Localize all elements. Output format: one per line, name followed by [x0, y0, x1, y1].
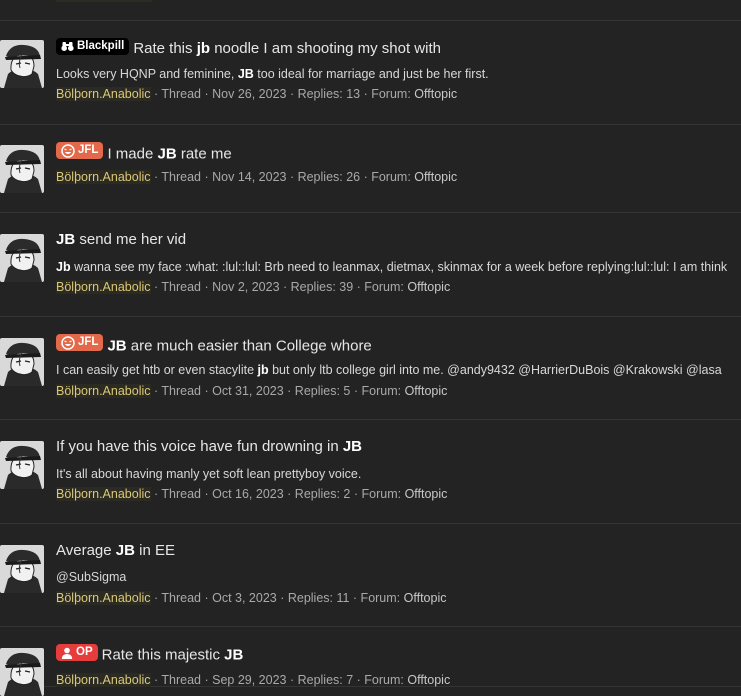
- snippet-segment: It's all about having manly yet soft lea…: [56, 467, 362, 481]
- title-segment: JB: [107, 337, 127, 355]
- avatar[interactable]: [0, 40, 44, 88]
- title-segment: Rate this majestic: [101, 646, 225, 664]
- avatar[interactable]: [0, 648, 44, 696]
- avatar[interactable]: [0, 338, 44, 386]
- title-segment: rate me: [176, 145, 232, 163]
- title-segment: in EE: [134, 542, 175, 559]
- list-item: JFL I made JB rate me Bölþorn.Anabolic · T…: [0, 124, 741, 213]
- result-meta: Bölþorn.Anabolic · Thread · Oct 16, 2023…: [56, 486, 447, 502]
- avatar[interactable]: [0, 234, 44, 282]
- forum-link[interactable]: Offtopic: [407, 673, 450, 687]
- title-segment: JB: [224, 646, 244, 664]
- result-snippet: Jb wanna see my face :what: :lul::lul: B…: [56, 259, 727, 275]
- result-meta: Bölþorn.Anabolic · Thread · Nov 26, 2023…: [56, 86, 457, 102]
- result-meta: Bölþorn.Anabolic · Thread · Sep 29, 2023…: [56, 672, 450, 688]
- binoculars-icon: [61, 41, 74, 52]
- title-segment: jb: [196, 40, 211, 57]
- result-title[interactable]: OP Rate this majestic JB: [56, 644, 243, 666]
- result-meta: Bölþorn.Anabolic · Thread · Nov 14, 2023…: [56, 169, 457, 185]
- author-link[interactable]: Bölþorn.Anabolic: [56, 384, 151, 398]
- title-segment: JB: [157, 145, 177, 163]
- snippet-segment: @SubSigma: [56, 570, 127, 584]
- prefix-label-text: OP: [76, 646, 93, 658]
- author-link[interactable]: Bölþorn.Anabolic: [56, 280, 151, 294]
- forum-link[interactable]: Offtopic: [414, 87, 457, 101]
- result-snippet: I can easily get htb or even stacylite j…: [56, 362, 722, 378]
- snippet-segment: wanna see my face :what: :lul::lul: Brb …: [70, 260, 728, 274]
- prefix-label[interactable]: JFL: [56, 142, 104, 159]
- previous-author-highlight: [56, 0, 152, 2]
- avatar[interactable]: [0, 145, 44, 193]
- prefix-label-text: JFL: [78, 336, 99, 348]
- result-title[interactable]: If you have this voice have fun drowning…: [56, 437, 362, 457]
- laughing-face-icon: [61, 335, 75, 350]
- author-link[interactable]: Bölþorn.Anabolic: [56, 170, 151, 184]
- snippet-segment: Looks very HQNP and feminine,: [56, 67, 238, 81]
- result-meta: Bölþorn.Anabolic · Thread · Oct 3, 2023 …: [56, 590, 446, 606]
- result-title[interactable]: Blackpill Rate this jb noodle I am shooti…: [56, 38, 441, 59]
- prefix-label[interactable]: Blackpill: [56, 38, 130, 55]
- forum-link[interactable]: Offtopic: [414, 170, 457, 184]
- snippet-segment: too ideal for marriage and just be her f…: [253, 67, 489, 81]
- result-title[interactable]: JFL JB are much easier than College whore: [56, 334, 372, 357]
- snippet-segment: JB: [237, 67, 254, 81]
- meta-text: · Thread · Oct 31, 2023 · Replies: 5 · F…: [150, 384, 405, 398]
- list-item: Blackpill Rate this jb noodle I am shooti…: [0, 21, 741, 125]
- previous-result-edge: [0, 0, 741, 21]
- avatar[interactable]: [0, 545, 44, 593]
- title-segment: JB: [115, 542, 135, 559]
- list-item: OP Rate this majestic JB Bölþorn.Anabolic …: [0, 626, 741, 696]
- meta-text: · Thread · Oct 3, 2023 · Replies: 11 · F…: [150, 591, 404, 605]
- meta-text: · Thread · Nov 26, 2023 · Replies: 13 · …: [150, 87, 415, 101]
- title-segment: JB: [342, 438, 363, 455]
- result-snippet: @SubSigma: [56, 569, 126, 585]
- title-segment: Rate this: [133, 40, 197, 57]
- forum-link[interactable]: Offtopic: [404, 591, 447, 605]
- prefix-label[interactable]: OP: [56, 644, 98, 661]
- list-item: Average JB in EE @SubSigma Bölþorn.Anaboli…: [0, 523, 741, 627]
- author-link[interactable]: Bölþorn.Anabolic: [56, 487, 151, 501]
- result-snippet: Looks very HQNP and feminine, JB too ide…: [56, 66, 489, 82]
- forum-link[interactable]: Offtopic: [405, 384, 448, 398]
- snippet-segment: I can easily get htb or even stacylite: [56, 363, 258, 377]
- author-link[interactable]: Bölþorn.Anabolic: [56, 673, 151, 687]
- title-segment: are much easier than College whore: [126, 337, 372, 355]
- list-item: JB send me her vid Jb wanna see my face :…: [0, 212, 741, 317]
- meta-text: · Thread · Sep 29, 2023 · Replies: 7 · F…: [150, 673, 408, 687]
- snippet-segment: but only ltb college girl into me. @andy…: [268, 363, 722, 377]
- result-snippet: It's all about having manly yet soft lea…: [56, 466, 361, 482]
- title-segment: Average: [56, 542, 116, 559]
- avatar[interactable]: [0, 441, 44, 489]
- prefix-label-text: Blackpill: [77, 40, 125, 52]
- meta-text: · Thread · Nov 14, 2023 · Replies: 26 · …: [150, 170, 415, 184]
- author-link[interactable]: Bölþorn.Anabolic: [56, 87, 151, 101]
- forum-link[interactable]: Offtopic: [405, 487, 448, 501]
- prefix-label-text: JFL: [78, 144, 99, 156]
- result-meta: Bölþorn.Anabolic · Thread · Oct 31, 2023…: [56, 383, 447, 399]
- meta-text: · Thread · Nov 2, 2023 · Replies: 39 · F…: [150, 280, 408, 294]
- prefix-label[interactable]: JFL: [56, 334, 104, 351]
- result-title[interactable]: JB send me her vid: [56, 230, 186, 250]
- title-segment: I made: [107, 145, 158, 163]
- laughing-face-icon: [61, 143, 75, 158]
- list-item: If you have this voice have fun drowning…: [0, 419, 741, 524]
- title-segment: If you have this voice have fun drowning…: [56, 438, 343, 455]
- result-title[interactable]: Average JB in EE: [56, 541, 175, 561]
- forum-link[interactable]: Offtopic: [407, 280, 450, 294]
- result-title[interactable]: JFL I made JB rate me: [56, 142, 232, 165]
- result-meta: Bölþorn.Anabolic · Thread · Nov 2, 2023 …: [56, 279, 450, 295]
- user-icon: [61, 647, 73, 659]
- snippet-segment: jb: [257, 363, 269, 377]
- meta-text: · Thread · Oct 16, 2023 · Replies: 2 · F…: [150, 487, 405, 501]
- snippet-segment: Jb: [56, 260, 71, 274]
- list-item: JFL JB are much easier than College whore…: [0, 316, 741, 420]
- title-segment: noodle I am shooting my shot with: [210, 40, 441, 57]
- title-segment: send me her vid: [75, 231, 187, 248]
- title-segment: JB: [56, 231, 76, 248]
- author-link[interactable]: Bölþorn.Anabolic: [56, 591, 151, 605]
